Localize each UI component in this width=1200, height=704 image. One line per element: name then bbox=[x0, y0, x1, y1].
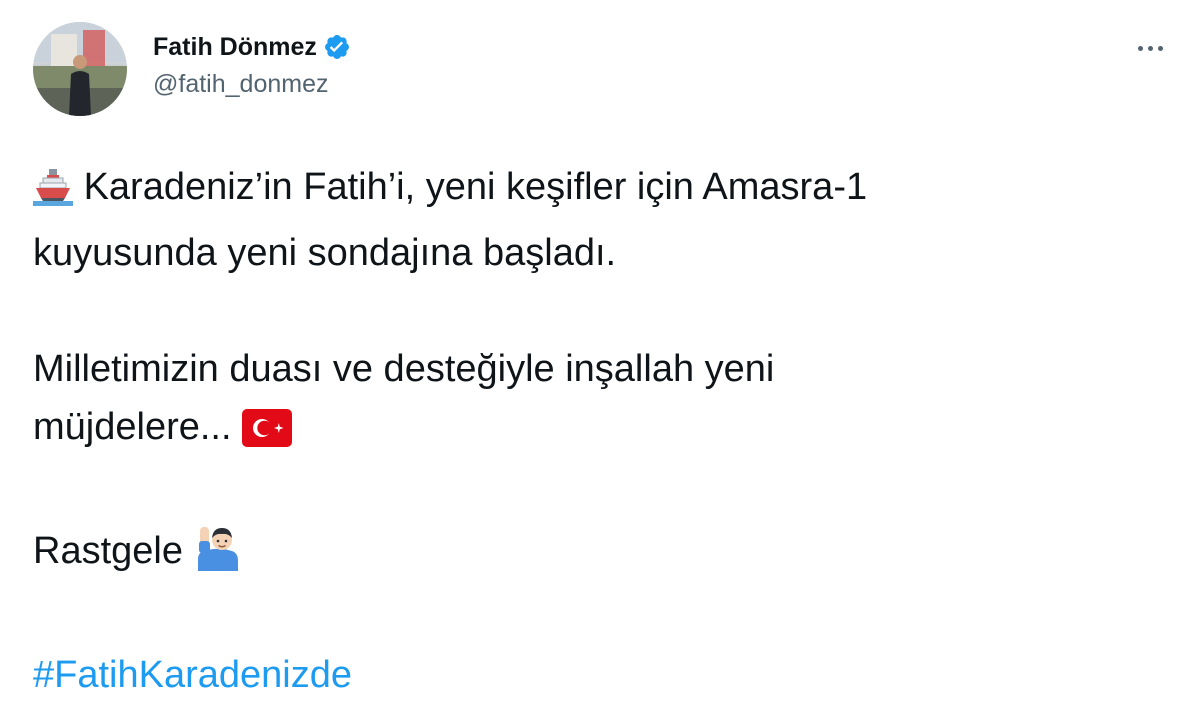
tweet-line-1: Karadeniz’in Fatih’i, yeni keşifler için… bbox=[83, 166, 868, 208]
tweet-line-4: müjdelere... bbox=[33, 406, 232, 448]
paragraph-4: #FatihKaradenizde bbox=[33, 646, 1153, 704]
user-handle[interactable]: @fatih_donmez bbox=[153, 70, 328, 99]
turkey-flag-emoji bbox=[242, 406, 293, 464]
tweet-line-5: Rastgele bbox=[33, 530, 183, 572]
tweet-line-2: kuyusunda yeni sondajına başladı. bbox=[33, 232, 617, 274]
name-row: Fatih Dönmez bbox=[153, 30, 351, 64]
raised-hand-man-emoji bbox=[194, 523, 242, 588]
paragraph-2: Milletimizin duası ve desteğiyle inşalla… bbox=[33, 340, 1153, 464]
tweet-text: Karadeniz’in Fatih’i, yeni keşifler için… bbox=[33, 158, 1153, 704]
verified-badge-icon bbox=[323, 33, 351, 61]
paragraph-1: Karadeniz’in Fatih’i, yeni keşifler için… bbox=[33, 158, 1153, 282]
tweet-line-3: Milletimizin duası ve desteğiyle inşalla… bbox=[33, 348, 775, 390]
paragraph-3: Rastgele bbox=[33, 522, 1153, 588]
avatar[interactable] bbox=[33, 22, 127, 116]
hashtag-link[interactable]: #FatihKaradenizde bbox=[33, 654, 352, 696]
display-name[interactable]: Fatih Dönmez bbox=[153, 33, 317, 62]
more-options-icon[interactable] bbox=[1130, 36, 1170, 60]
tweet: Fatih Dönmez @fatih_donmez Karadeniz’in … bbox=[0, 0, 1200, 696]
ship-emoji bbox=[33, 166, 73, 224]
